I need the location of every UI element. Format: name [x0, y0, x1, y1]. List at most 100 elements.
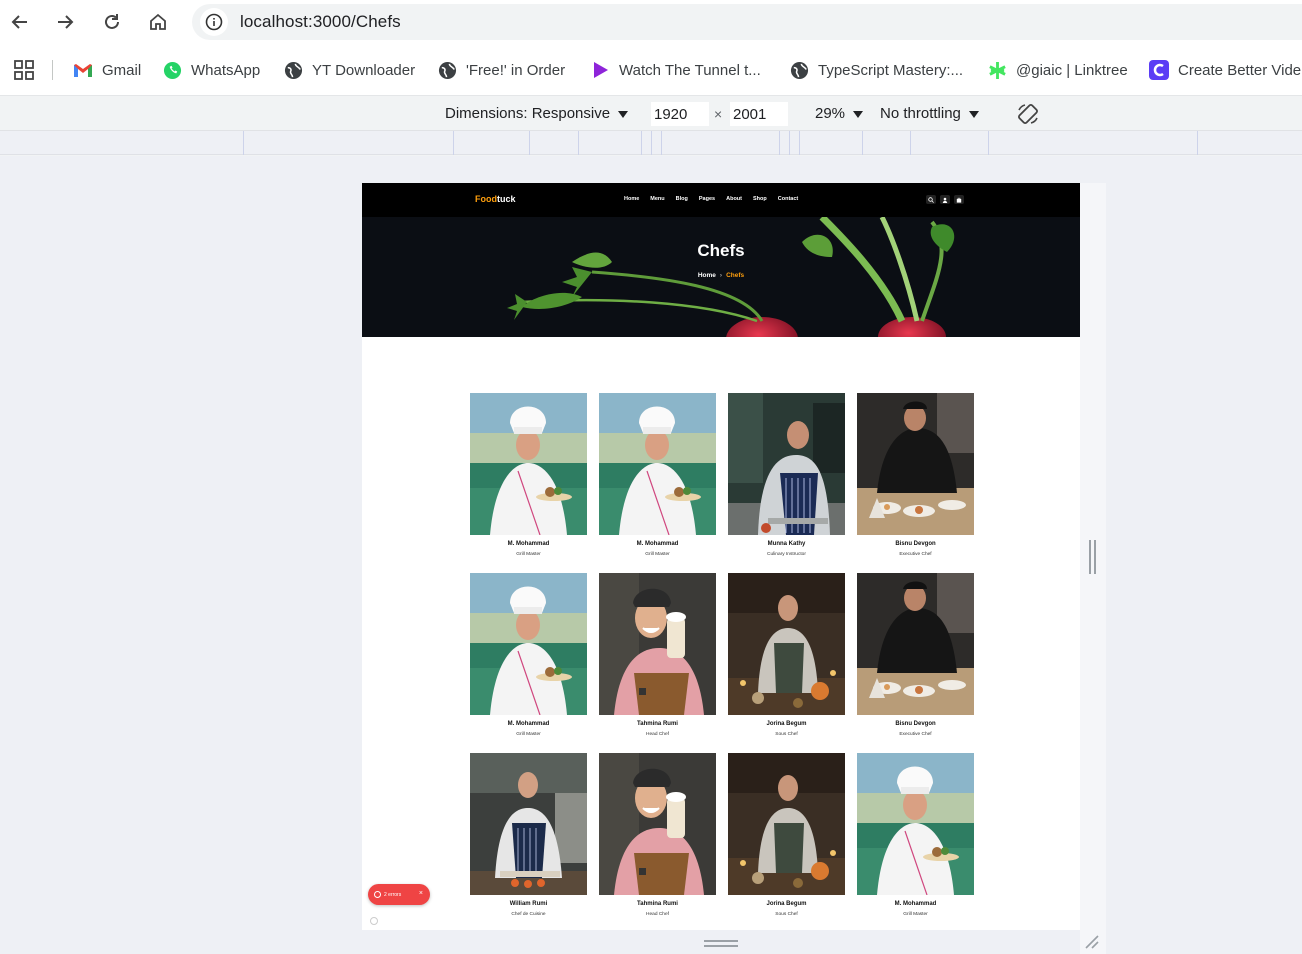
chevron-down-icon	[968, 110, 979, 118]
logo-part-1: Food	[475, 194, 497, 204]
site-logo[interactable]: Foodtuck	[475, 194, 516, 204]
chef-role: Grill Master	[516, 732, 541, 737]
site-info-icon[interactable]	[200, 8, 228, 36]
chef-card[interactable]: William Rumi Chef de Cuisine	[470, 753, 587, 917]
bookmark-free-in-order[interactable]: 'Free!' in Order	[437, 59, 565, 81]
device-width-input[interactable]	[651, 102, 709, 126]
bookmark-typescript-mastery[interactable]: TypeScript Mastery:...	[789, 59, 963, 81]
browser-toolbar: localhost:3000/Chefs	[0, 0, 1302, 46]
address-bar[interactable]: localhost:3000/Chefs	[192, 4, 1302, 40]
bookmark-watch-tunnel[interactable]: Watch The Tunnel t...	[590, 59, 761, 81]
close-icon[interactable]: ×	[419, 890, 423, 897]
chef-photo	[470, 573, 587, 715]
bag-icon[interactable]	[954, 195, 964, 204]
url-text: localhost:3000/Chefs	[240, 12, 401, 31]
chef-card[interactable]: Munna Kathy Culinary Instructor	[728, 393, 845, 557]
chef-photo	[857, 753, 974, 895]
chef-role: Culinary Instructor	[767, 552, 806, 557]
menu-pages[interactable]: Pages	[699, 196, 715, 202]
chef-role: Head Chef	[646, 912, 669, 917]
menu-menu[interactable]: Menu	[650, 196, 664, 202]
site-navbar: Foodtuck Home Menu Blog Pages About Shop…	[362, 183, 1080, 217]
bookmark-label: WhatsApp	[191, 61, 261, 79]
zoom-dropdown[interactable]: 29%	[815, 105, 864, 122]
chef-card[interactable]: Bisnu Devgon Executive Chef	[857, 393, 974, 557]
chef-card[interactable]: Jorina Begum Sous Chef	[728, 753, 845, 917]
bookmark-label: Gmail	[102, 61, 142, 79]
dimensions-dropdown[interactable]: Dimensions: Responsive	[445, 105, 629, 122]
globe-icon	[437, 60, 457, 80]
bookmark-label: @giaic | Linktree	[1016, 61, 1128, 79]
home-icon	[150, 13, 166, 30]
chef-card[interactable]: M. Mohammad Grill Master	[857, 753, 974, 917]
apps-grid-icon[interactable]	[14, 60, 34, 80]
menu-contact[interactable]: Contact	[778, 196, 798, 202]
chef-photo	[599, 753, 716, 895]
page-title: Chefs	[697, 241, 745, 260]
menu-shop[interactable]: Shop	[753, 196, 767, 202]
chef-card[interactable]: Bisnu Devgon Executive Chef	[857, 573, 974, 737]
back-button[interactable]	[5, 7, 35, 37]
chef-card[interactable]: M. Mohammad Grill Master	[470, 393, 587, 557]
bookmark-whatsapp[interactable]: WhatsApp	[162, 59, 260, 81]
site-nav-icons	[926, 195, 964, 204]
chef-photo	[470, 753, 587, 895]
chef-photo	[599, 573, 716, 715]
forward-button[interactable]	[50, 7, 80, 37]
bookmark-label: Watch The Tunnel t...	[619, 61, 761, 79]
nextjs-indicator-icon[interactable]	[370, 917, 378, 925]
error-count-label: 2 errors	[384, 891, 402, 898]
bookmark-linktree[interactable]: @giaic | Linktree	[987, 59, 1128, 81]
bookmark-label: Create Better Vide	[1178, 61, 1302, 79]
resize-handle-bottom[interactable]	[704, 940, 738, 947]
linktree-icon	[987, 60, 1007, 80]
chef-card[interactable]: Tahmina Rumi Head Chef	[599, 573, 716, 737]
chef-photo	[857, 573, 974, 715]
error-badge[interactable]: 2 errors ×	[368, 884, 430, 905]
whatsapp-icon	[162, 60, 182, 80]
reload-button[interactable]	[97, 7, 127, 37]
hero-banner: Chefs Home › Chefs	[362, 217, 1080, 337]
home-button[interactable]	[143, 7, 173, 37]
chef-card[interactable]: Jorina Begum Sous Chef	[728, 573, 845, 737]
device-height-input[interactable]	[730, 102, 788, 126]
breadcrumb: Home › Chefs	[362, 272, 1080, 279]
play-icon	[590, 60, 610, 80]
chef-role: Sous Chef	[775, 912, 798, 917]
bookmark-yt-downloader[interactable]: YT Downloader	[283, 59, 415, 81]
resize-handle-right[interactable]	[1089, 540, 1096, 574]
menu-home[interactable]: Home	[624, 196, 639, 202]
site-menu: Home Menu Blog Pages About Shop Contact	[624, 196, 809, 202]
chef-name: Tahmina Rumi	[637, 721, 678, 727]
chef-role: Executive Chef	[899, 552, 932, 557]
bookmarks-separator	[52, 60, 53, 80]
chef-role: Grill Master	[516, 552, 541, 557]
website-viewport: Foodtuck Home Menu Blog Pages About Shop…	[362, 183, 1080, 930]
chef-name: M. Mohammad	[894, 901, 937, 907]
chef-name: M. Mohammad	[507, 721, 550, 727]
chef-card[interactable]: M. Mohammad Grill Master	[599, 393, 716, 557]
arrow-left-icon	[11, 15, 27, 29]
menu-blog[interactable]: Blog	[676, 196, 688, 202]
bookmark-label: 'Free!' in Order	[466, 61, 566, 79]
breadcrumb-home[interactable]: Home	[698, 272, 716, 279]
menu-about[interactable]: About	[726, 196, 742, 202]
resize-corner-icon[interactable]	[1084, 934, 1100, 950]
bookmark-gmail[interactable]: Gmail	[73, 59, 141, 81]
rotate-icon[interactable]	[1016, 102, 1040, 126]
dimension-times: ×	[714, 106, 723, 122]
media-query-ruler[interactable]	[0, 131, 1302, 155]
chef-card[interactable]: Tahmina Rumi Head Chef	[599, 753, 716, 917]
chef-card[interactable]: M. Mohammad Grill Master	[470, 573, 587, 737]
chef-photo	[728, 393, 845, 535]
chef-photo	[857, 393, 974, 535]
chef-photo	[728, 753, 845, 895]
app-icon	[1149, 60, 1169, 80]
throttling-dropdown[interactable]: No throttling	[880, 105, 979, 122]
chef-name: Jorina Begum	[766, 721, 807, 727]
user-icon[interactable]	[940, 195, 950, 204]
bookmark-create-better-video[interactable]: Create Better Vide	[1149, 59, 1301, 81]
search-icon[interactable]	[926, 195, 936, 204]
logo-part-2: tuck	[497, 194, 516, 204]
chef-photo	[470, 393, 587, 535]
